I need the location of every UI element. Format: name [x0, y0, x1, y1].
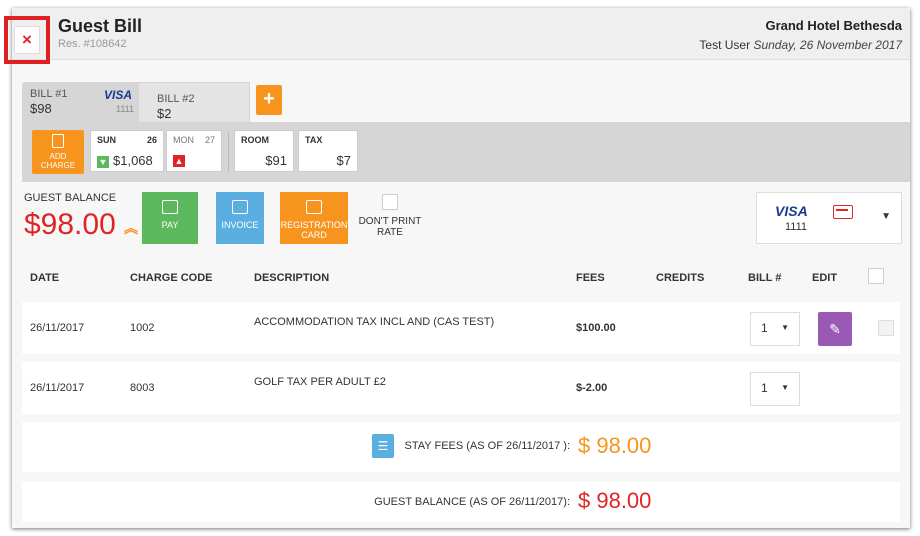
col-header-charge-code: CHARGE CODE [130, 272, 213, 284]
close-highlight: × [4, 16, 50, 64]
chevron-down-icon: ▼ [881, 211, 891, 222]
row-date: 26/11/2017 [30, 382, 85, 394]
guest-balance-summary-value: $ 98.00 [578, 488, 652, 513]
dont-print-rate-label: DON'T PRINT RATE [358, 216, 422, 238]
user-name: Test User [699, 38, 751, 52]
edit-button[interactable]: ✎ [818, 312, 852, 346]
day-sun-box[interactable]: SUN 26 ▼ $1,068 [90, 130, 164, 172]
user-date: Test User Sunday, 26 November 2017 [699, 38, 902, 52]
tab-bill-1[interactable]: BILL #1 $98 VISA 1111 [22, 82, 140, 122]
guest-balance-amount: $98.00 [24, 208, 116, 241]
bill-tab-label: BILL #2 [157, 93, 195, 105]
bill-select[interactable]: 1 ▼ [750, 312, 800, 346]
card-last4: 1111 [785, 221, 808, 233]
pay-label: PAY [161, 220, 179, 230]
arrow-up-icon: ▲ [173, 155, 185, 167]
invoice-button[interactable]: INVOICE [216, 192, 264, 244]
bill-header: × Guest Bill Res. #108642 Grand Hotel Be… [4, 8, 910, 64]
col-header-fees: FEES [576, 272, 605, 284]
day-label: SUN [97, 135, 117, 145]
tax-label: TAX [305, 135, 323, 145]
credit-card-icon [833, 205, 853, 219]
registration-card-label: REGISTRATION CARD [280, 220, 348, 240]
tax-total-box: TAX $7 [298, 130, 358, 172]
guest-balance-label: GUEST BALANCE [24, 192, 117, 204]
chevron-up-icon[interactable]: ︽ [124, 218, 138, 238]
add-bill-button[interactable]: + [256, 85, 282, 115]
payment-card-select[interactable]: VISA 1111 ▼ [756, 192, 902, 244]
bill-select-value: 1 [761, 381, 768, 395]
day-date: 27 [204, 135, 215, 145]
divider [228, 132, 229, 172]
tab-bill-2[interactable]: BILL #2 $2 [138, 82, 250, 122]
row-fees: $100.00 [576, 322, 616, 334]
row-date: 26/11/2017 [30, 322, 85, 334]
calculator-icon [52, 134, 64, 148]
day-amount: $1,068 [113, 153, 153, 168]
chevron-down-icon: ▼ [781, 383, 789, 392]
chevron-down-icon: ▼ [781, 323, 789, 332]
card-last4: 1111 [116, 104, 135, 114]
registration-card-button[interactable]: REGISTRATION CARD [280, 192, 348, 244]
dont-print-rate-checkbox[interactable] [382, 194, 398, 210]
hotel-name: Grand Hotel Bethesda [765, 18, 902, 33]
invoice-label: INVOICE [221, 220, 259, 230]
bill-select-value: 1 [761, 321, 768, 335]
col-header-description: DESCRIPTION [254, 272, 330, 284]
table-row: 26/11/2017 1002 ACCOMMODATION TAX INCL A… [22, 302, 900, 354]
tax-amount: $7 [336, 153, 351, 168]
stay-fees-label: STAY FEES (AS OF 26/11/2017 ): [404, 440, 570, 452]
stay-fees-row: ☰ STAY FEES (AS OF 26/11/2017 ): $ 98.00 [22, 422, 900, 472]
visa-icon: VISA [104, 88, 133, 102]
close-button[interactable]: × [14, 26, 40, 54]
day-amount-wrap: ▼ $1,068 [97, 153, 153, 168]
select-all-checkbox[interactable] [868, 268, 884, 284]
stay-fees-value: $ 98.00 [578, 433, 652, 458]
room-amount: $91 [265, 153, 287, 168]
day-mon-box[interactable]: MON 27 ▲ [166, 130, 222, 172]
row-fees: $-2.00 [576, 382, 608, 394]
day-label: MON [173, 135, 194, 145]
receipt-icon[interactable]: ☰ [372, 434, 394, 458]
visa-icon: VISA [775, 203, 808, 219]
current-date: Sunday, 26 November 2017 [753, 38, 902, 52]
guest-balance-row: GUEST BALANCE (AS OF 26/11/2017): $ 98.0… [22, 482, 900, 522]
add-charge-button[interactable]: ADD CHARGE [32, 130, 84, 174]
document-icon [232, 200, 248, 214]
charges-bar: ADD CHARGE SUN 26 ▼ $1,068 MON 27 ▲ ROOM … [22, 122, 910, 182]
row-charge-code: 1002 [130, 322, 155, 334]
pencil-icon: ✎ [829, 321, 841, 337]
row-description: ACCOMMODATION TAX INCL AND (CAS TEST) [254, 316, 495, 328]
row-charge-code: 8003 [130, 382, 155, 394]
page-title: Guest Bill [58, 16, 143, 36]
day-date: 26 [146, 135, 157, 145]
wallet-icon [162, 200, 178, 214]
guest-bill-panel: × Guest Bill Res. #108642 Grand Hotel Be… [4, 8, 910, 528]
printer-icon [306, 200, 322, 214]
reservation-number: Res. #108642 [58, 38, 127, 50]
bill-select[interactable]: 1 ▼ [750, 372, 800, 406]
room-total-box: ROOM $91 [234, 130, 294, 172]
col-header-date: DATE [30, 272, 60, 284]
guest-balance-summary-label: GUEST BALANCE (AS OF 26/11/2017): [374, 496, 570, 508]
pay-button[interactable]: PAY [142, 192, 198, 244]
row-description: GOLF TAX PER ADULT £2 [254, 376, 386, 388]
bill-tab-amount: $2 [157, 106, 172, 121]
arrow-down-icon: ▼ [97, 155, 109, 168]
table-row: 26/11/2017 8003 GOLF TAX PER ADULT £2 $-… [22, 362, 900, 414]
bill-tabs: BILL #1 $98 VISA 1111 BILL #2 $2 + [12, 82, 910, 122]
col-header-bill: BILL # [748, 272, 782, 284]
col-header-edit: EDIT [812, 272, 838, 284]
add-charge-label: ADD CHARGE [40, 152, 76, 170]
row-checkbox[interactable] [878, 320, 894, 336]
col-header-credits: CREDITS [656, 272, 705, 284]
room-label: ROOM [241, 135, 269, 145]
